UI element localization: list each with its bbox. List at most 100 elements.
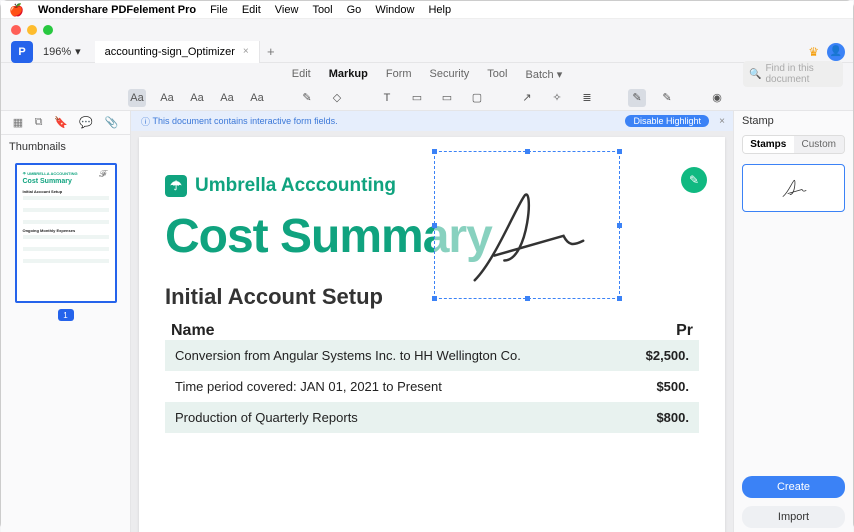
signature-path-icon xyxy=(435,152,619,298)
fields-tab-icon[interactable]: ⧉ xyxy=(35,116,43,129)
tab-custom[interactable]: Custom xyxy=(794,136,845,153)
table-row: Time period covered: JAN 01, 2021 to Pre… xyxy=(165,371,699,402)
mode-form[interactable]: Form xyxy=(386,68,412,80)
menubar-help[interactable]: Help xyxy=(428,4,451,16)
edit-fab-icon[interactable]: ✎ xyxy=(681,167,707,193)
table-row: Production of Quarterly Reports $800. xyxy=(165,402,699,433)
markup-toolbar: Aa Aa Aa Aa Aa ✎ ◇ T ▭ ▭ ▢ ↗ ✧ ≣ ✎ ✎ ◉ xyxy=(1,85,853,111)
strikethrough-icon[interactable]: Aa xyxy=(218,89,236,107)
zoom-control[interactable]: 196% ▾ xyxy=(43,45,81,58)
window-chrome xyxy=(1,19,853,41)
text-style-icon[interactable]: Aa xyxy=(158,89,176,107)
user-avatar-icon[interactable]: 👤 xyxy=(827,43,845,61)
signature-preview-icon xyxy=(774,173,814,203)
tab-close-icon[interactable]: × xyxy=(243,46,249,57)
window-maximize-icon[interactable] xyxy=(43,25,53,35)
resize-handle[interactable] xyxy=(432,223,437,228)
note-icon[interactable]: ▭ xyxy=(438,89,456,107)
textbox-icon[interactable]: T xyxy=(378,89,396,107)
disable-highlight-button[interactable]: Disable Highlight xyxy=(625,115,709,127)
thumb-section: Initial Account Setup xyxy=(23,189,109,194)
chevron-down-icon: ▾ xyxy=(557,69,563,81)
thumbnails-panel: ▦ ⧉ 🔖 💬 📎 Thumbnails 𝓕 ☂ UMBRELLA ACCOUN… xyxy=(1,111,131,532)
attachments-tab-icon[interactable]: 📎 xyxy=(104,116,118,129)
import-stamp-button[interactable]: Import xyxy=(742,506,845,528)
document-canvas: ⓘ This document contains interactive for… xyxy=(131,111,733,532)
arrow-icon[interactable]: ↗ xyxy=(518,89,536,107)
page-number-badge: 1 xyxy=(58,309,74,321)
signature-stamp[interactable] xyxy=(434,151,620,299)
thumb-signature-icon: 𝓕 xyxy=(99,169,106,180)
pencil-icon[interactable]: ✎ xyxy=(298,89,316,107)
row-value: $500. xyxy=(656,379,689,394)
document-tab[interactable]: accounting-sign_Optimizer × xyxy=(95,41,260,63)
th-name: Name xyxy=(171,322,215,340)
premium-crown-icon[interactable]: ♛ xyxy=(808,45,819,59)
document-search-input[interactable]: 🔍 Find in this document xyxy=(743,61,843,87)
document-tab-name: accounting-sign_Optimizer xyxy=(105,46,235,58)
create-stamp-button[interactable]: Create xyxy=(742,476,845,498)
stamps-panel: Stamp Stamps Custom Create Import xyxy=(733,111,853,532)
row-name: Production of Quarterly Reports xyxy=(175,410,656,425)
menubar-view[interactable]: View xyxy=(275,4,299,16)
mode-markup[interactable]: Markup xyxy=(329,68,368,80)
stamp-preview[interactable] xyxy=(742,164,845,212)
resize-handle[interactable] xyxy=(525,149,530,154)
comments-tab-icon[interactable]: 💬 xyxy=(79,116,93,129)
eraser-icon[interactable]: ◇ xyxy=(328,89,346,107)
signature-tool-icon[interactable]: ✎ xyxy=(658,89,676,107)
window-minimize-icon[interactable] xyxy=(27,25,37,35)
measure-icon[interactable]: ≣ xyxy=(578,89,596,107)
tab-stamps[interactable]: Stamps xyxy=(743,136,794,153)
resize-handle[interactable] xyxy=(617,223,622,228)
window-close-icon[interactable] xyxy=(11,25,21,35)
new-tab-button[interactable]: + xyxy=(260,44,282,59)
resize-handle[interactable] xyxy=(432,296,437,301)
mode-tool[interactable]: Tool xyxy=(487,68,507,80)
bookmark-tab-icon[interactable]: 🔖 xyxy=(54,116,68,129)
underline-icon[interactable]: Aa xyxy=(188,89,206,107)
row-name: Time period covered: JAN 01, 2021 to Pre… xyxy=(175,379,656,394)
sidebar-tab-icons: ▦ ⧉ 🔖 💬 📎 xyxy=(1,111,130,135)
app-logo-icon[interactable]: P xyxy=(11,41,33,63)
chevron-down-icon: ▾ xyxy=(75,45,81,58)
area-highlight-icon[interactable]: ▢ xyxy=(468,89,486,107)
stamp-tool-icon[interactable]: ✎ xyxy=(628,89,646,107)
menubar-edit[interactable]: Edit xyxy=(242,4,261,16)
mode-security[interactable]: Security xyxy=(430,68,470,80)
form-banner-text: This document contains interactive form … xyxy=(153,116,338,126)
row-value: $2,500. xyxy=(646,348,689,363)
banner-close-icon[interactable]: × xyxy=(719,116,725,127)
resize-handle[interactable] xyxy=(432,149,437,154)
menubar-window[interactable]: Window xyxy=(375,4,414,16)
resize-handle[interactable] xyxy=(525,296,530,301)
thumb-title: Cost Summary xyxy=(23,178,109,185)
resize-handle[interactable] xyxy=(617,149,622,154)
page-thumbnail-1[interactable]: 𝓕 ☂ UMBRELLA ACCOUNTING Cost Summary Ini… xyxy=(15,163,117,303)
resize-handle[interactable] xyxy=(617,296,622,301)
os-menubar: 🍎 Wondershare PDFelement Pro File Edit V… xyxy=(1,1,853,19)
callout-icon[interactable]: ▭ xyxy=(408,89,426,107)
hide-annotations-icon[interactable]: ◉ xyxy=(708,89,726,107)
row-name: Conversion from Angular Systems Inc. to … xyxy=(175,348,646,363)
highlight-text-icon[interactable]: Aa xyxy=(128,89,146,107)
insert-text-icon[interactable]: Aa xyxy=(248,89,266,107)
mode-edit[interactable]: Edit xyxy=(292,68,311,80)
menubar-app-name[interactable]: Wondershare PDFelement Pro xyxy=(38,4,196,16)
stamps-custom-tabs: Stamps Custom xyxy=(742,135,845,154)
menubar-go[interactable]: Go xyxy=(347,4,362,16)
pdf-page[interactable]: ✎ ☂ Umbrella Acccounting Cost Summary In… xyxy=(139,137,725,532)
pin-icon[interactable]: ✧ xyxy=(548,89,566,107)
search-placeholder: Find in this document xyxy=(765,63,837,85)
mode-batch[interactable]: Batch ▾ xyxy=(525,68,562,81)
table-row: Conversion from Angular Systems Inc. to … xyxy=(165,340,699,371)
main-area: ▦ ⧉ 🔖 💬 📎 Thumbnails 𝓕 ☂ UMBRELLA ACCOUN… xyxy=(1,111,853,532)
form-fields-banner: ⓘ This document contains interactive for… xyxy=(131,111,733,131)
zoom-value: 196% xyxy=(43,46,71,58)
th-price: Pr xyxy=(676,322,693,340)
info-icon: ⓘ xyxy=(141,115,150,128)
menubar-tool[interactable]: Tool xyxy=(312,4,332,16)
menubar-file[interactable]: File xyxy=(210,4,228,16)
apple-logo-icon[interactable]: 🍎 xyxy=(9,3,24,17)
thumbnails-tab-icon[interactable]: ▦ xyxy=(13,116,23,129)
